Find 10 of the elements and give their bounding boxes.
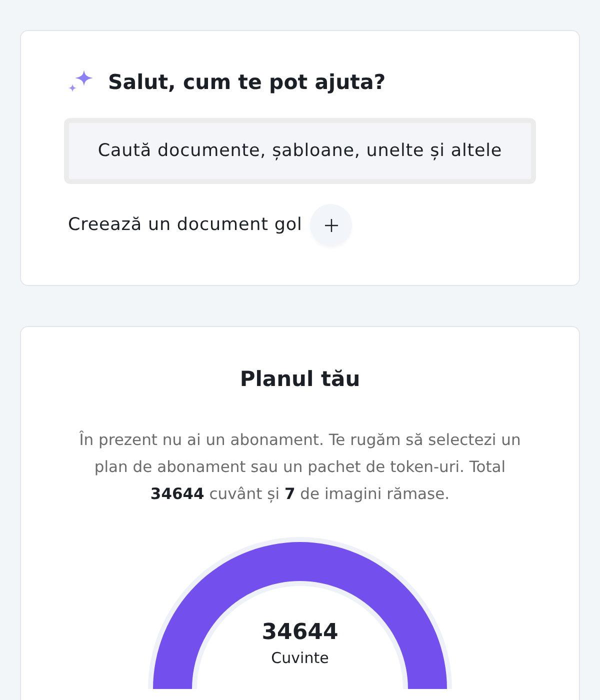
gauge-value: 34644 [262,619,338,647]
create-document-button[interactable] [310,204,352,246]
search-field[interactable]: Caută documente, șabloane, unelte și altele [64,118,536,184]
create-document-label: Creează un document gol [68,214,302,237]
plan-title: Planul tău [240,366,360,393]
plus-icon [324,218,338,232]
plan-description: În prezent nu ai un abonament. Te rugăm să selectezi un plan de abonament sau un pachet de token-uri. Total 34644 cuvânt și 7 de imagini rămase. [78,430,522,505]
gauge-label: Cuvinte [271,648,329,669]
sparkle-icon [68,70,93,94]
greeting-title: Salut, cum te pot ajuta? [108,69,386,96]
